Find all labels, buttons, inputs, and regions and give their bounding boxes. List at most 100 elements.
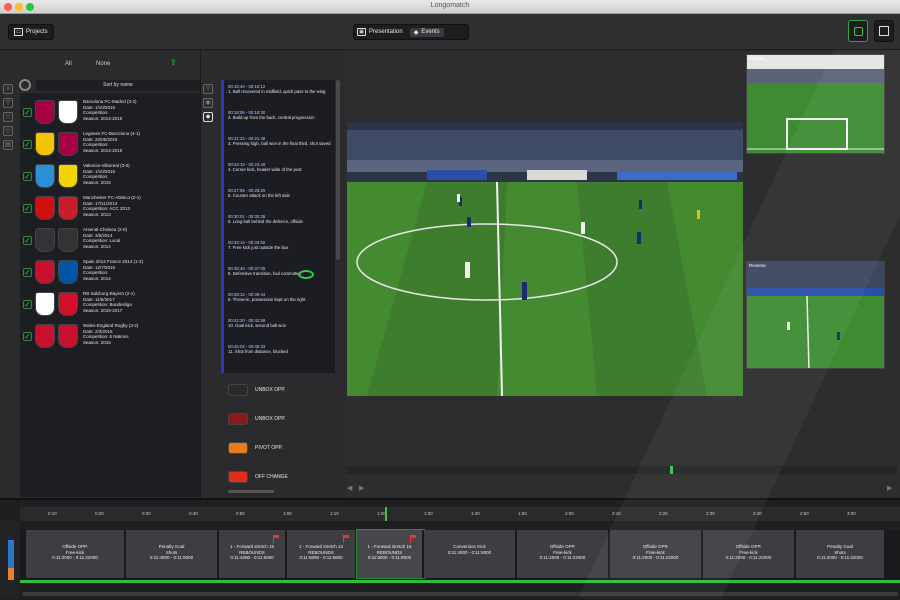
title-bar: Longomatch	[0, 0, 900, 14]
presentation-tab[interactable]: Presentation	[369, 29, 403, 35]
event-item[interactable]: 00:24:10 - 00:24:40 4. Corner kick, heade…	[228, 162, 336, 172]
timeline-clip[interactable]: Conversion Kick 0:11:4000 - 0:11:6000	[424, 530, 517, 578]
code-button[interactable]: UNBOX OPP.	[228, 413, 285, 425]
horizontal-scrollbar[interactable]	[228, 490, 274, 493]
search-icon[interactable]	[19, 79, 31, 91]
match-info: Arsenal-Chelsea (2-0) Date: 3/5/2014 Compe…	[83, 227, 198, 249]
team-a-crest	[35, 164, 55, 188]
tag-filter-icon[interactable]: ◇	[3, 126, 13, 136]
timeline-progress	[20, 580, 900, 583]
timeline-playhead[interactable]	[385, 507, 387, 521]
event-item[interactable]: 00:30:01 - 00:30:35 6. Long ball behind t…	[228, 214, 336, 224]
ruler-tick: 2:20	[659, 511, 668, 516]
events-tab[interactable]: ◆ Events	[409, 27, 444, 37]
timeline-clip[interactable]: Offside OPP. Free-kick 0:11:2000 - 0:11:22…	[517, 530, 610, 578]
filter-events-icon[interactable]: ▽	[203, 84, 213, 94]
match-item[interactable]: ✓ Valencia-Villarreal (3-0) Date: 1/10/201…	[20, 161, 200, 193]
match-item[interactable]: ✓ Manchester FC-Atletico (2-1) Date: 17/11…	[20, 193, 200, 225]
match-item[interactable]: ✓ Barcelona FC-Madrid (3-2) Date: 1/10/201…	[20, 97, 200, 129]
event-text: 3. Pressing high, ball won in the final …	[228, 141, 331, 147]
folder-icon: ▭	[14, 28, 23, 36]
timeline-track: Offside OPP. Free-kick 0:11:2000 - 0:11:22…	[20, 529, 900, 582]
select-all-tab[interactable]: All	[65, 61, 72, 67]
event-item[interactable]: 00:15:40 - 00:16:12 1. Ball recovered in …	[228, 84, 336, 94]
team-b-crest	[58, 260, 78, 284]
event-item[interactable]: 00:21:22 - 00:21:48 3. Pressing high, bal…	[228, 136, 336, 146]
match-item[interactable]: ✓ Wales-England Rugby (3-2) Date: 2/3/2015…	[20, 321, 200, 353]
eye-icon[interactable]	[298, 270, 314, 279]
team-b-crest	[58, 132, 78, 156]
timeline-clip[interactable]: 1 - Forward stretch 15 REBOUNDS 0:11:6000 …	[356, 529, 425, 579]
select-none-tab[interactable]: None	[96, 61, 110, 67]
tag-icon[interactable]: ◆	[203, 112, 213, 122]
timeline-clip[interactable]: Offside OPP. Free-kick 0:11:2000 - 0:11:22…	[26, 530, 126, 578]
checkbox[interactable]: ✓	[23, 204, 32, 213]
save-button[interactable]	[874, 20, 894, 42]
previous-icon[interactable]: ◀	[347, 484, 352, 492]
match-item[interactable]: ✓ Leganes FC-Barcelona (4-1) Date: 22/05/2…	[20, 129, 200, 161]
event-list-scrollbar[interactable]	[336, 80, 340, 260]
event-item[interactable]: 00:27:55 - 00:28:20 5. Counter attack on …	[228, 188, 336, 198]
match-item[interactable]: ✓ RB Salzburg-Bayern (2-1) Date: 11/5/2017…	[20, 289, 200, 321]
calendar-icon[interactable]: □	[3, 112, 13, 122]
play-icon[interactable]: ▶	[359, 484, 364, 492]
match-season: Season: 2013	[83, 211, 111, 217]
filter-icon[interactable]: ▽	[3, 98, 13, 108]
code-color-swatch	[228, 442, 248, 454]
event-item[interactable]: 00:45:02 - 00:45:33 11. Shot from distanc…	[228, 344, 336, 354]
video-scrubber[interactable]	[347, 466, 897, 474]
projects-button[interactable]: ▭ Projects	[8, 24, 54, 40]
code-button-label: UNBOX OPP.	[255, 416, 286, 422]
timeline-clip[interactable]: 1 - Forward stretch 15 REBOUNDS 0:11:4000 …	[219, 530, 287, 578]
tag-mode-button[interactable]	[848, 20, 868, 42]
event-item[interactable]: 00:33:14 - 00:33:50 7. Free kick just out…	[228, 240, 336, 250]
match-info: Wales-England Rugby (3-2) Date: 2/3/2015 C…	[83, 323, 198, 345]
code-button[interactable]: UNBOX OPP.	[228, 384, 285, 396]
code-button-label: OFF CHANGE	[255, 474, 288, 480]
checkbox[interactable]: ✓	[23, 268, 32, 277]
event-text: 5. Counter attack on the left side	[228, 193, 290, 199]
scrubber-handle[interactable]	[670, 466, 673, 474]
code-color-swatch	[228, 471, 248, 483]
match-info: Leganes FC-Barcelona (4-1) Date: 22/05/20…	[83, 131, 198, 153]
checkbox[interactable]: ✓	[23, 332, 32, 341]
checkbox[interactable]: ✓	[23, 108, 32, 117]
checkbox[interactable]: ✓	[23, 236, 32, 245]
camera-1-video[interactable]: Sideline	[746, 54, 885, 154]
main-video[interactable]	[347, 122, 743, 396]
camera-2-video[interactable]: Reverse	[746, 261, 885, 369]
code-button[interactable]: PIVOT OPP.	[228, 442, 283, 454]
match-item[interactable]: ✓ Arsenal-Chelsea (2-0) Date: 3/5/2014 Comp…	[20, 225, 200, 257]
event-item[interactable]: 00:39:12 - 00:39:44 9. Throw-in, possessi…	[228, 292, 336, 302]
clip-time: 0:11:2000 - 0:11:22000	[632, 555, 679, 560]
code-button[interactable]: OFF CHANGE	[228, 471, 288, 483]
team-a-crest	[35, 292, 55, 316]
code-button-label: UNBOX OPP.	[255, 387, 286, 393]
checkbox[interactable]: ✓	[23, 172, 32, 181]
document-icon[interactable]: ▤	[3, 140, 13, 150]
checkbox[interactable]: ✓	[23, 140, 32, 149]
match-item[interactable]: ✓ Spain 2014 France 2014 (1-2) Date: 12/7/…	[20, 257, 200, 289]
flag-icon	[273, 535, 279, 543]
timeline-scrollbar[interactable]	[22, 592, 898, 596]
event-text: 6. Long ball behind the defence, offside	[228, 219, 303, 225]
timeline-clip[interactable]: Offside OPP. Free-kick 0:11:2000 - 0:11:22…	[610, 530, 703, 578]
view-switcher: ▣ Presentation ◆ Events	[353, 24, 469, 40]
event-text: 11. Shot from distance, blocked	[228, 349, 288, 355]
checkbox[interactable]: ✓	[23, 300, 32, 309]
timeline-clip[interactable]: 1 - Forward stretch 12 REBOUNDS 0:11:5000 …	[287, 530, 357, 578]
timeline-clip[interactable]: Penalty Goal Shots 0:11:2000 - 0:11:22000	[796, 530, 886, 578]
list-icon[interactable]: ≡	[3, 84, 13, 94]
timeline-clip[interactable]: Offside OPP. Free-kick 0:11:2000 - 0:11:22…	[703, 530, 796, 578]
player-icon[interactable]: ◉	[203, 98, 213, 108]
event-item[interactable]: 00:18:05 - 00:18:30 2. Build up from the …	[228, 110, 336, 120]
event-item[interactable]: 00:36:40 - 00:37:05 8. Defensive transiti…	[228, 266, 336, 276]
timeline-clip[interactable]: Penalty Goal Shots 0:11:4000 - 0:11:6000	[126, 530, 219, 578]
sort-dropdown[interactable]: Sort by name	[36, 80, 200, 91]
event-item[interactable]: 00:42:30 - 00:42:58 10. Goal kick, second…	[228, 318, 336, 328]
next-icon[interactable]: ▶	[887, 484, 892, 492]
ruler-tick: 0:30	[142, 511, 151, 516]
timeline-ruler[interactable]: 0:10 0:20 0:30 0:40 0:50 1:00 1:10 1:20 1:30 1:40…	[20, 507, 900, 521]
import-icon[interactable]: ⇪	[170, 58, 177, 67]
ruler-tick: 1:50	[518, 511, 527, 516]
